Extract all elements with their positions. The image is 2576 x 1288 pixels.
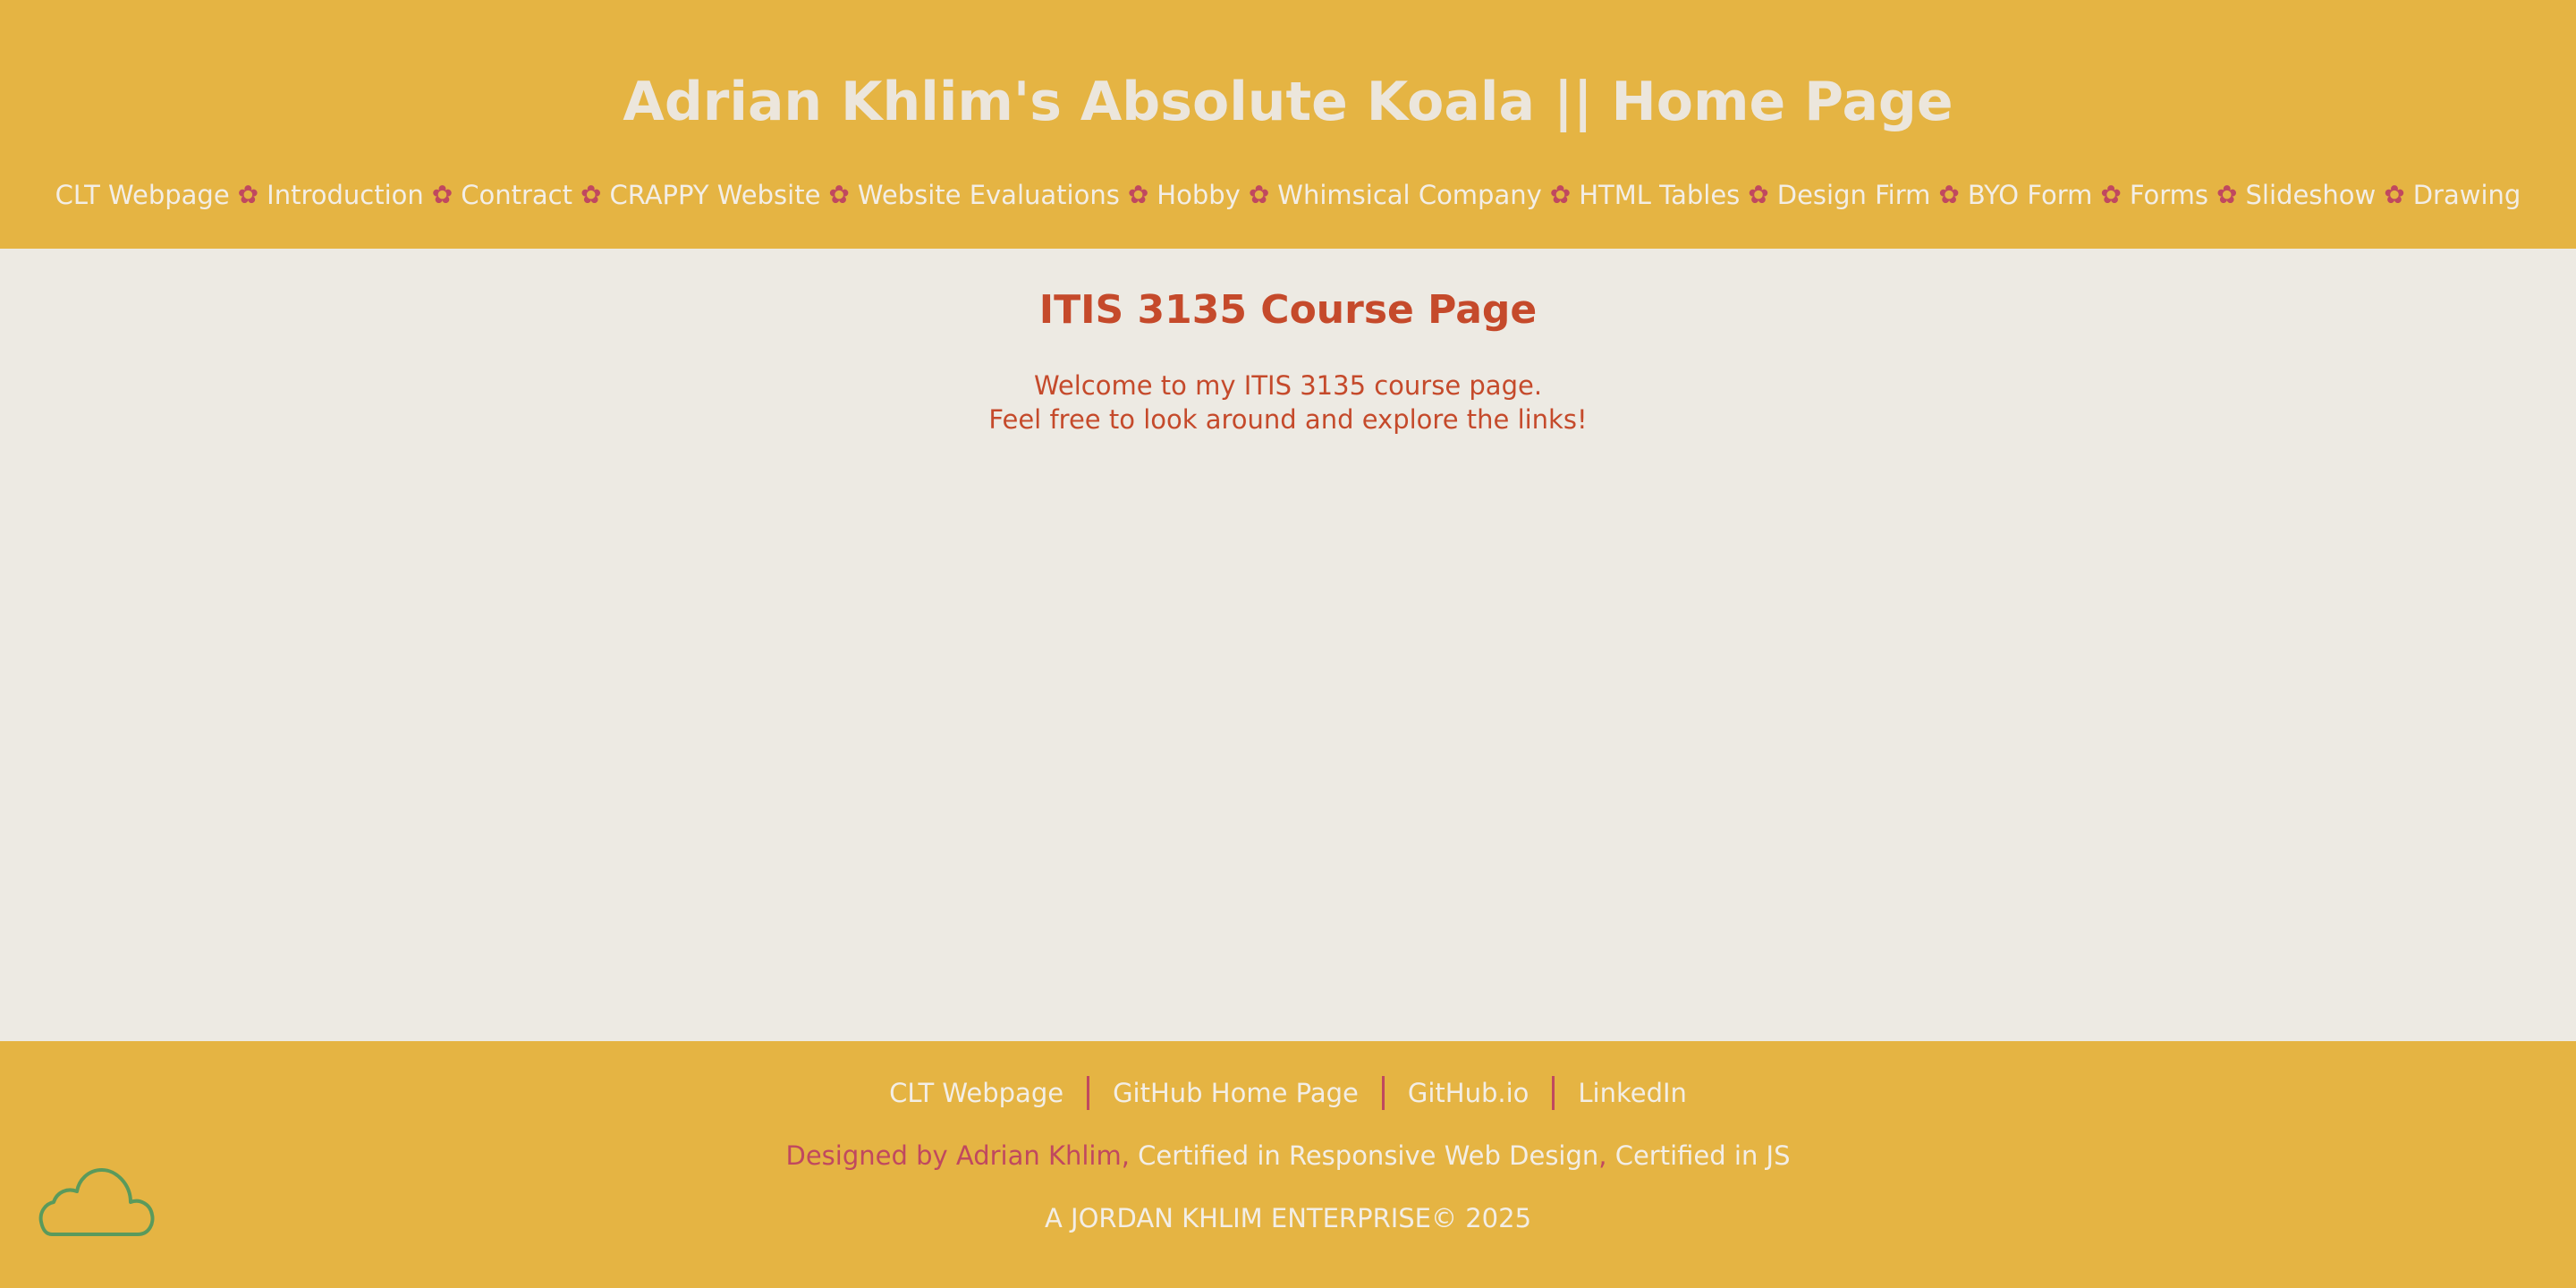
- top-nav: CLT Webpage ✿ Introduction ✿ Contract ✿ …: [0, 175, 2576, 215]
- flower-separator-icon: ✿: [1127, 180, 1149, 209]
- nav-link-clt-webpage[interactable]: CLT Webpage: [55, 175, 230, 215]
- site-footer: CLT Webpage GitHub Home Page GitHub.io L…: [0, 1041, 2576, 1288]
- intro-line-2: Feel free to look around and explore the…: [988, 404, 1588, 435]
- page-title: ITIS 3135 Course Page: [1038, 287, 1538, 333]
- copyright-text: A JORDAN KHLIM ENTERPRISE© 2025: [1044, 1203, 1532, 1233]
- nav-link-slideshow[interactable]: Slideshow: [2246, 175, 2377, 215]
- footer-divider: [1087, 1076, 1090, 1110]
- nav-link-introduction[interactable]: Introduction: [267, 175, 424, 215]
- nav-link-drawing[interactable]: Drawing: [2413, 175, 2521, 215]
- flower-separator-icon: ✿: [580, 180, 602, 209]
- flower-separator-icon: ✿: [1938, 180, 1960, 209]
- flower-separator-icon: ✿: [2100, 180, 2122, 209]
- main-content: ITIS 3135 Course Page Welcome to my ITIS…: [0, 249, 2576, 1041]
- footer-link-clt-webpage[interactable]: CLT Webpage: [889, 1073, 1063, 1113]
- credits-line: Designed by Adrian Khlim, Certified in R…: [0, 1136, 2576, 1175]
- flower-separator-icon: ✿: [2384, 180, 2405, 209]
- flower-separator-icon: ✿: [2216, 180, 2238, 209]
- intro-text: Welcome to my ITIS 3135 course page. Fee…: [0, 369, 2576, 436]
- site-title: Adrian Khlim's Absolute Koala || Home Pa…: [623, 71, 1953, 133]
- flower-separator-icon: ✿: [431, 180, 453, 209]
- nav-link-contract[interactable]: Contract: [461, 175, 572, 215]
- footer-link-github-io[interactable]: GitHub.io: [1408, 1073, 1530, 1113]
- designed-by-text: Designed by Adrian Khlim: [785, 1140, 1122, 1171]
- nav-link-design-firm[interactable]: Design Firm: [1777, 175, 1931, 215]
- cert-js-link[interactable]: Certified in JS: [1615, 1140, 1791, 1171]
- footer-divider: [1381, 1076, 1385, 1110]
- flower-separator-icon: ✿: [1748, 180, 1769, 209]
- flower-separator-icon: ✿: [1248, 180, 1270, 209]
- page: Adrian Khlim's Absolute Koala || Home Pa…: [0, 0, 2576, 1288]
- nav-link-crappy-website[interactable]: CRAPPY Website: [609, 175, 820, 215]
- footer-link-linkedin[interactable]: LinkedIn: [1578, 1073, 1687, 1113]
- nav-link-html-tables[interactable]: HTML Tables: [1579, 175, 1740, 215]
- flower-separator-icon: ✿: [237, 180, 259, 209]
- credits-comma: ,: [1598, 1140, 1615, 1171]
- site-header: Adrian Khlim's Absolute Koala || Home Pa…: [0, 0, 2576, 249]
- intro-line-1: Welcome to my ITIS 3135 course page.: [1033, 370, 1543, 401]
- nav-link-forms[interactable]: Forms: [2130, 175, 2208, 215]
- flower-separator-icon: ✿: [1549, 180, 1572, 209]
- nav-link-website-evaluations[interactable]: Website Evaluations: [858, 175, 1120, 215]
- footer-nav: CLT Webpage GitHub Home Page GitHub.io L…: [0, 1073, 2576, 1113]
- nav-link-hobby[interactable]: Hobby: [1157, 175, 1241, 215]
- footer-link-github-home[interactable]: GitHub Home Page: [1113, 1073, 1359, 1113]
- cert-responsive-link[interactable]: Certified in Responsive Web Design: [1138, 1140, 1598, 1171]
- nav-link-whimsical-company[interactable]: Whimsical Company: [1277, 175, 1541, 215]
- cloud-icon[interactable]: [38, 1163, 157, 1240]
- footer-divider: [1552, 1076, 1555, 1110]
- flower-separator-icon: ✿: [828, 180, 850, 209]
- credits-comma: ,: [1121, 1140, 1139, 1171]
- nav-link-byo-form[interactable]: BYO Form: [1968, 175, 2093, 215]
